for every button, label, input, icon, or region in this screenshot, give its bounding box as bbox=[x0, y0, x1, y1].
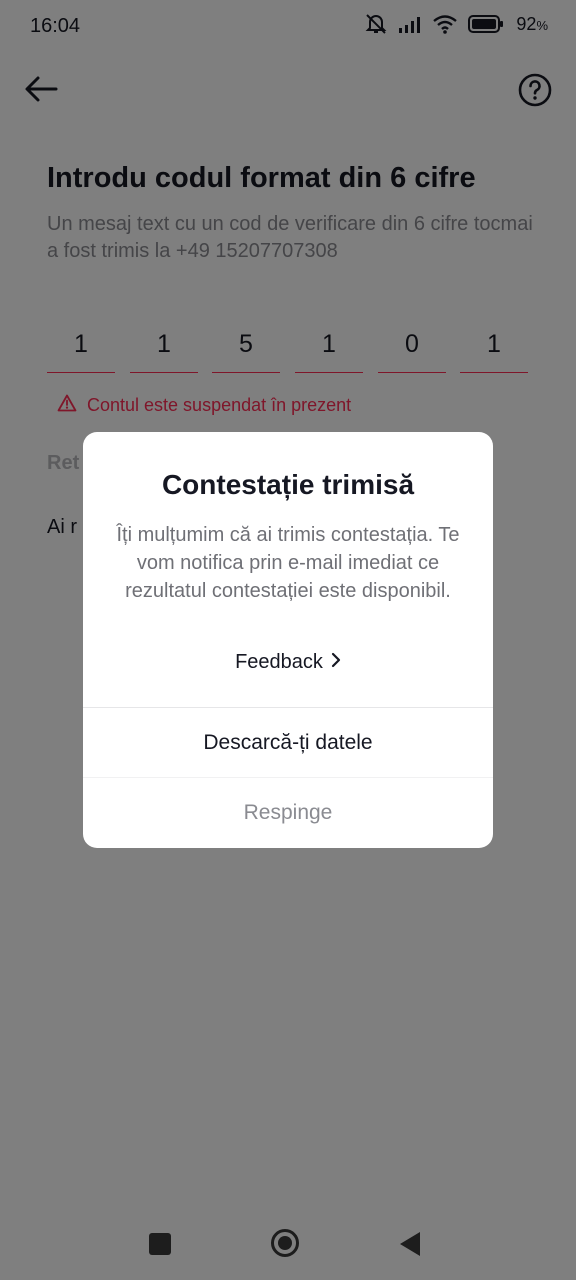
feedback-link[interactable]: Feedback bbox=[83, 651, 493, 674]
dialog-message: Îți mulțumim că ai trimis contestația. T… bbox=[116, 524, 460, 602]
chevron-right-icon bbox=[331, 651, 341, 674]
appeal-submitted-dialog: Contestație trimisă Îți mulțumim că ai t… bbox=[83, 432, 493, 848]
download-data-button[interactable]: Descarcă-ți datele bbox=[83, 708, 493, 777]
dialog-title: Contestație trimisă bbox=[161, 469, 415, 500]
feedback-label: Feedback bbox=[235, 651, 323, 673]
dismiss-button[interactable]: Respinge bbox=[83, 778, 493, 848]
